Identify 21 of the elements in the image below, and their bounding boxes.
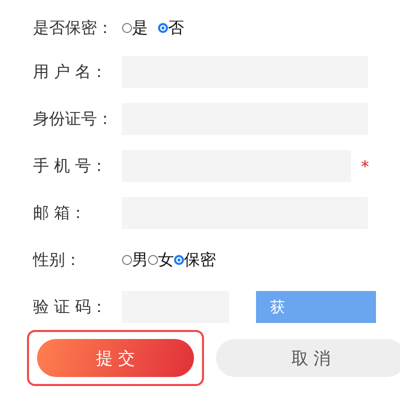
get-code-button[interactable]: 获 [256,291,376,323]
option-label: 男 [132,250,148,270]
radio-button[interactable] [122,23,132,33]
option-label: 是 [132,18,148,38]
radio-button[interactable] [174,255,184,265]
option-label: 否 [168,18,184,38]
field-label: 用 户 名： [33,62,108,82]
field-label: 邮 箱： [33,202,88,224]
field-label: 是否保密： [33,18,114,38]
radio-button[interactable] [158,23,168,33]
field-label: 身份证号： [33,108,114,130]
radio-button[interactable] [122,255,132,265]
option-label: 保密 [184,250,216,270]
option-label: 女 [158,250,174,270]
required-mark: * [361,156,369,176]
radio-button[interactable] [148,255,158,265]
field-label: 手 机 号： [33,156,108,176]
field-label: 性别： [33,250,82,270]
field-label: 验 证 码： [33,296,108,318]
cancel-button[interactable]: 取 消 [216,339,400,377]
submit-button[interactable]: 提 交 [37,339,194,377]
